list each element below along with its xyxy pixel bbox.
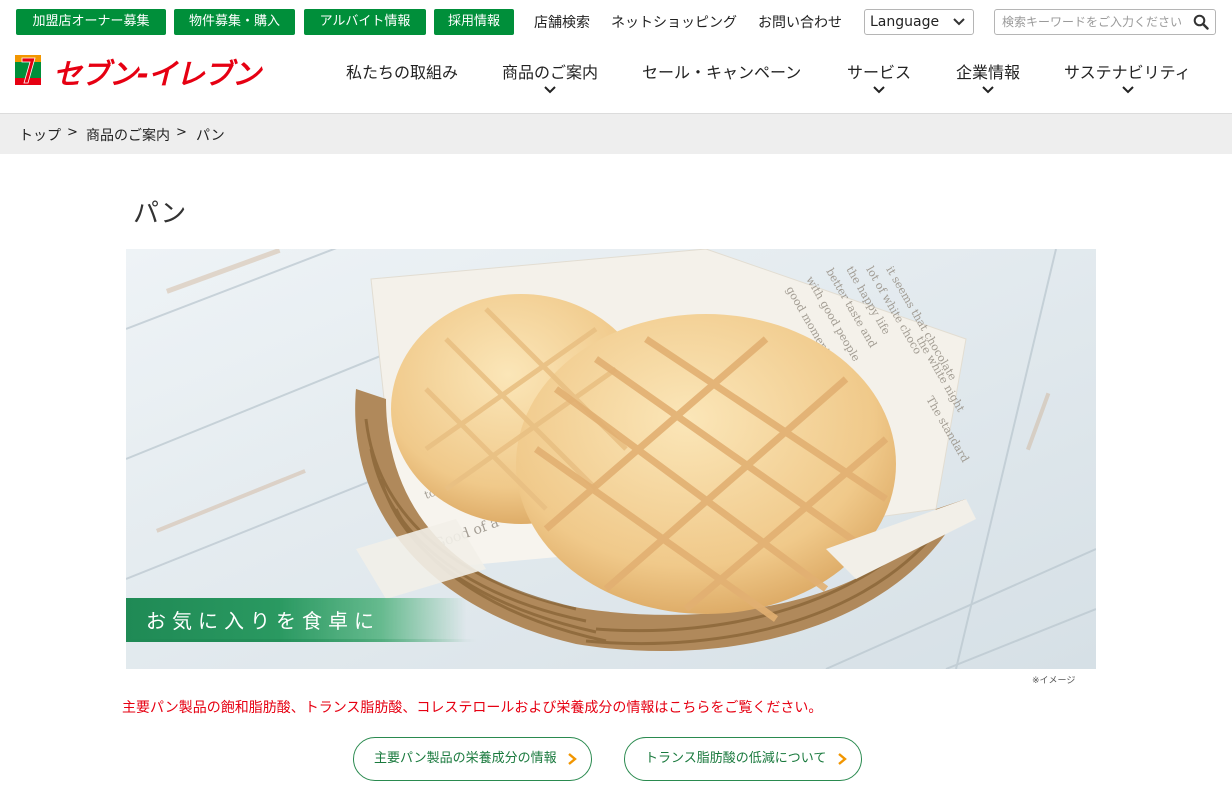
search-input[interactable] (995, 10, 1183, 34)
hero-banner-underline (126, 639, 476, 642)
seven-eleven-mark-icon (15, 55, 41, 85)
image-note: ※イメージ (1032, 676, 1076, 686)
search-icon[interactable] (1193, 14, 1209, 30)
nav-our-efforts[interactable]: 私たちの取組み (346, 59, 458, 83)
chevron-right-icon (568, 753, 577, 765)
page-title: パン (133, 199, 187, 229)
chevron-down-icon (873, 86, 885, 94)
chevron-down-icon (544, 86, 556, 94)
contact-link[interactable]: お問い合わせ (758, 12, 842, 32)
nav-company-info[interactable]: 企業情報 (956, 59, 1020, 83)
language-select[interactable]: Language (864, 9, 974, 35)
nutrition-info-button-label: 主要パン製品の栄養成分の情報 (374, 751, 557, 766)
trans-fat-reduction-button[interactable]: トランス脂肪酸の低減について (624, 737, 862, 781)
trans-fat-button-label: トランス脂肪酸の低減について (645, 751, 827, 766)
search-box (994, 9, 1216, 35)
nav-sustainability[interactable]: サステナビリティ (1064, 59, 1191, 83)
nutrition-info-text: 主要パン製品の飽和脂肪酸、トランス脂肪酸、コレステロールおよび栄養成分の情報はこ… (122, 700, 823, 716)
chevron-down-icon (982, 86, 994, 94)
breadcrumb: トップ > 商品のご案内 > パン (0, 114, 1232, 154)
breadcrumb-separator: > (176, 125, 187, 140)
breadcrumb-current: パン (196, 128, 225, 144)
nav-services[interactable]: サービス (847, 59, 911, 83)
breadcrumb-separator: > (67, 125, 78, 140)
breadcrumb-top[interactable]: トップ (19, 125, 61, 145)
hero-banner-text: お気に入りを食卓に (146, 609, 380, 633)
chevron-down-icon (953, 18, 965, 26)
franchise-owner-button[interactable]: 加盟店オーナー募集 (16, 9, 166, 35)
language-label: Language (870, 14, 940, 30)
hero-image: good moments with good people better tas… (126, 249, 1096, 669)
recruitment-button[interactable]: 採用情報 (434, 9, 514, 35)
breadcrumb-products[interactable]: 商品のご案内 (86, 125, 170, 145)
nav-sale-campaign[interactable]: セール・キャンペーン (642, 59, 801, 83)
part-time-job-button[interactable]: アルバイト情報 (304, 9, 426, 35)
chevron-down-icon (1122, 86, 1134, 94)
seven-eleven-logo[interactable]: セブン-イレブン (15, 55, 265, 91)
nav-products[interactable]: 商品のご案内 (502, 59, 598, 83)
online-shopping-link[interactable]: ネットショッピング (611, 12, 737, 32)
chevron-right-icon (838, 753, 847, 765)
property-button[interactable]: 物件募集・購入 (174, 9, 295, 35)
logo-text: セブン-イレブン (53, 57, 261, 91)
store-search-link[interactable]: 店舗検索 (534, 12, 590, 32)
nutrition-info-button[interactable]: 主要パン製品の栄養成分の情報 (353, 737, 592, 781)
top-utility-bar: 加盟店オーナー募集 物件募集・購入 アルバイト情報 採用情報 店舗検索 ネットシ… (0, 0, 1232, 44)
